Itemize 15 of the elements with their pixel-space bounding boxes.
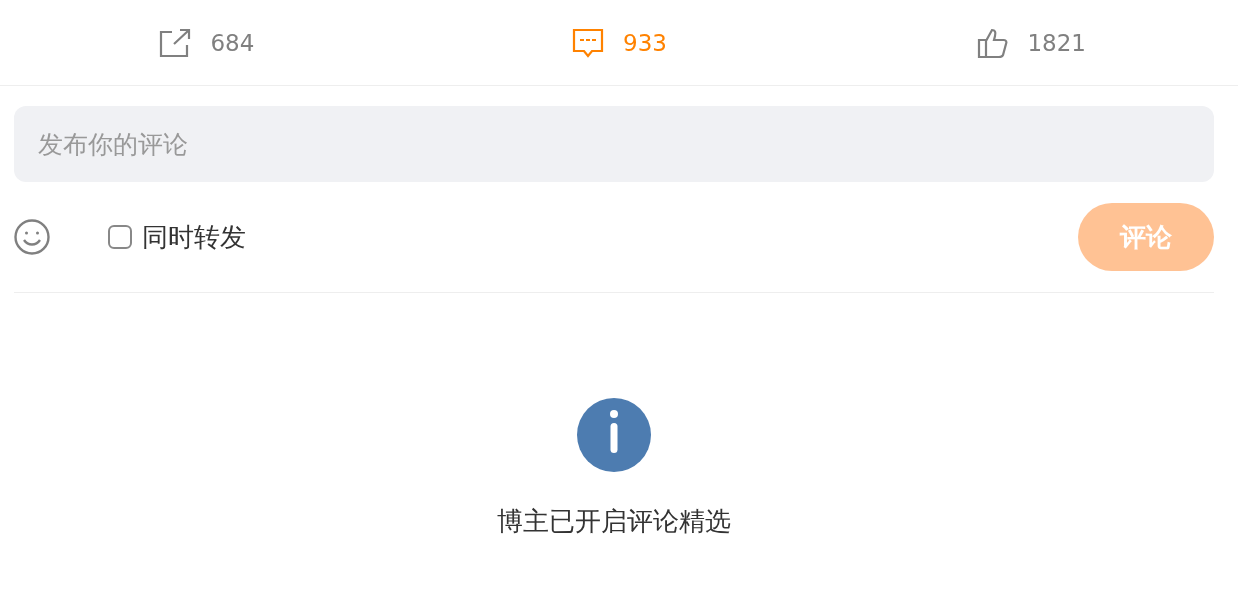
notice-text: 博主已开启评论精选: [497, 505, 731, 538]
emoji-icon[interactable]: [14, 219, 50, 255]
comment-icon: [571, 26, 606, 59]
info-icon: [577, 398, 651, 472]
thumbs-up-icon: [977, 26, 1010, 59]
checkbox[interactable]: [108, 225, 132, 249]
share-icon: [158, 27, 193, 58]
action-item[interactable]: 684: [0, 27, 413, 58]
action-item[interactable]: 933: [412, 26, 826, 59]
action-item[interactable]: 1821: [825, 26, 1238, 59]
checkbox-label: 同时转发: [142, 220, 246, 254]
comment-field[interactable]: 发布你的评论: [14, 106, 1214, 182]
count-label: 684: [210, 29, 255, 56]
count-label: 933: [623, 29, 667, 56]
count-label: 1821: [1027, 29, 1086, 56]
